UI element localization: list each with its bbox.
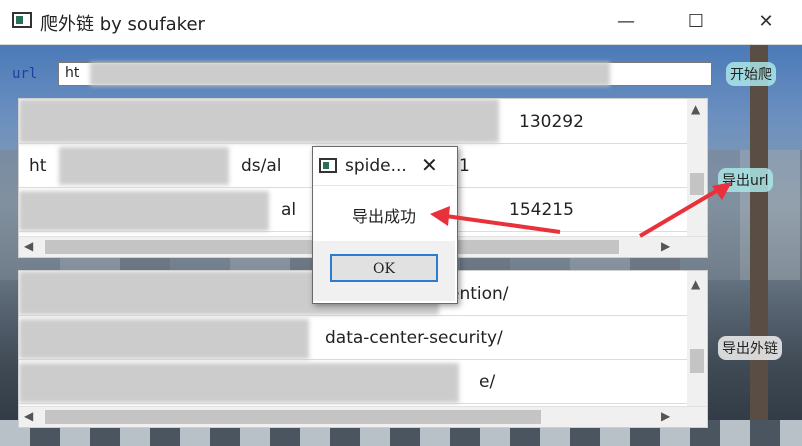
annotation-arrows xyxy=(430,182,732,238)
annotation-arrow-head xyxy=(430,206,450,226)
annotation-arrow-line xyxy=(638,188,720,238)
annotation-arrow-line xyxy=(445,214,561,234)
